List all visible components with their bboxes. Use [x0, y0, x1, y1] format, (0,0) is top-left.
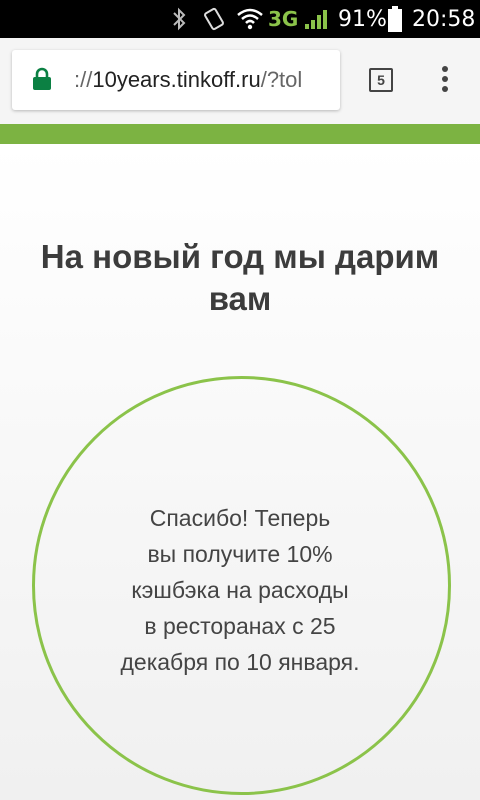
- tab-switcher-icon[interactable]: 5: [369, 68, 393, 92]
- message-line: декабря по 10 января.: [120, 649, 360, 675]
- message-line: в ресторанах с 25: [144, 613, 336, 639]
- battery-percent: 91%: [338, 6, 387, 32]
- header-accent-bar: [0, 124, 480, 144]
- url-prefix: ://: [74, 67, 93, 92]
- url-bar[interactable]: ://10years.tinkoff.ru/?tol: [12, 50, 340, 110]
- url-path: /?tol: [260, 67, 303, 92]
- signal-icon: [304, 0, 328, 38]
- page-content: На новый год мы дарим вам Спасибо! Тепер…: [0, 144, 480, 800]
- message-line: вы получите 10%: [147, 541, 333, 567]
- url-text: ://10years.tinkoff.ru/?tol: [74, 50, 302, 110]
- clock: 20:58: [412, 6, 476, 32]
- url-host: 10years.tinkoff.ru: [92, 67, 261, 92]
- thank-you-message: Спасибо! Теперь вы получите 10% кэшбэка …: [100, 500, 380, 680]
- rotate-icon: [202, 0, 226, 38]
- battery-icon: [388, 0, 402, 38]
- lock-icon: [32, 67, 52, 95]
- message-line: Спасибо! Теперь: [149, 505, 331, 531]
- status-bar: 3G 91% 20:58: [0, 0, 480, 38]
- bluetooth-icon: [170, 0, 188, 38]
- browser-toolbar: ://10years.tinkoff.ru/?tol 5: [0, 38, 480, 124]
- message-line: кэшбэка на расходы: [131, 577, 349, 603]
- overflow-menu-icon[interactable]: [433, 66, 457, 96]
- network-type: 3G: [268, 7, 299, 31]
- page-title: На новый год мы дарим вам: [40, 238, 440, 317]
- wifi-icon: [236, 0, 264, 38]
